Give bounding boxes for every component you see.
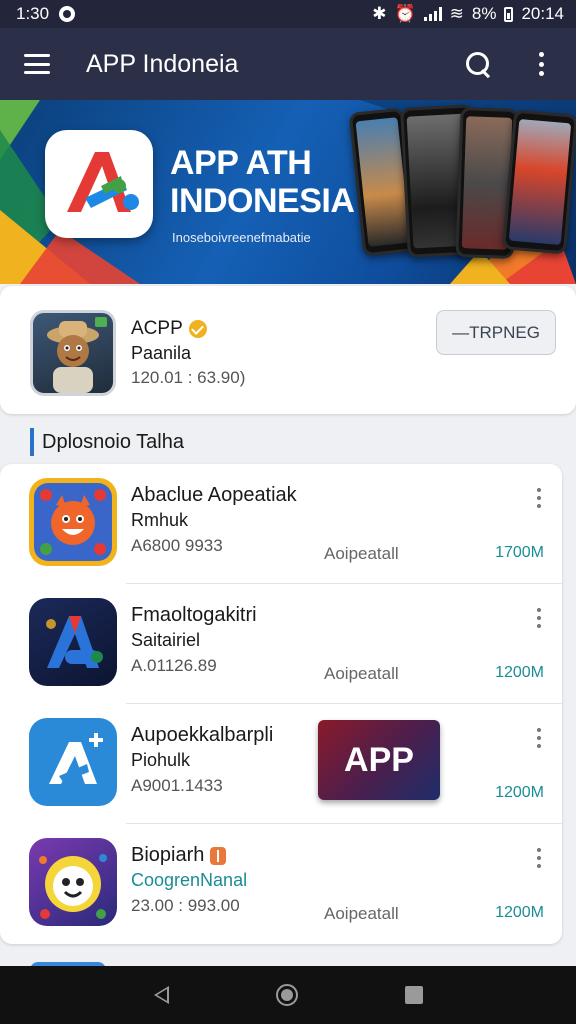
more-icon[interactable]: [536, 608, 542, 628]
app-name: Fmaoltogakitri: [131, 604, 257, 626]
app-subtitle: Piohulk: [131, 750, 191, 770]
featured-app-icon: [30, 310, 116, 396]
app-subtitle: Rmhuk: [131, 510, 189, 530]
smiley-character-icon: [39, 854, 107, 919]
a-plus-icon: [49, 733, 103, 784]
status-bar: 1:30 ✱ ⏰ ≋ 8% 20:14: [0, 0, 576, 28]
bluetooth-icon: ✱: [372, 4, 387, 23]
more-options-icon[interactable]: [538, 52, 544, 76]
navigation-a-icon: [46, 616, 103, 668]
app-name: Biopiarh: [131, 844, 227, 867]
app-subtitle: Saitairiel: [131, 630, 201, 650]
status-clock: 20:14: [521, 4, 564, 23]
app-name: Abaclue Aopeatiak: [131, 484, 297, 506]
app-subtitle: CoogrenNanal: [131, 870, 248, 890]
signal-icon: [423, 7, 442, 21]
search-icon[interactable]: [464, 50, 492, 78]
featured-app-card[interactable]: ACPP Paanila 120.01 : 63.90) —TRPNEG: [0, 286, 576, 414]
app-size: 1200M: [495, 664, 544, 681]
badge-icon: [210, 846, 227, 865]
recents-icon[interactable]: [404, 986, 423, 1004]
app-a-logo-icon: [67, 152, 139, 212]
monster-icon: [34, 483, 112, 561]
app-install-status[interactable]: Aoipeatall: [324, 544, 399, 564]
notification-icon: [59, 6, 76, 22]
section-title: Dplosnoio Talha: [42, 430, 184, 453]
app-icon: [29, 478, 117, 566]
app-meta: A6800 9933: [131, 536, 223, 555]
back-icon[interactable]: [153, 986, 169, 1004]
featured-app-subtitle: Paanila: [131, 343, 192, 363]
verified-badge-icon: [188, 320, 207, 338]
trending-button[interactable]: —TRPNEG: [436, 310, 556, 355]
list-item[interactable]: Biopiarh CoogrenNanal 23.00 : 993.00 Aoi…: [0, 824, 562, 944]
home-icon[interactable]: [275, 984, 298, 1006]
list-item[interactable]: Abaclue Aopeatiak Rmhuk A6800 9933 Aoipe…: [0, 464, 562, 584]
list-item[interactable]: Fmaoltogakitri Saitairiel A.01126.89 Aoi…: [0, 584, 562, 704]
section-header: Dplosnoio Talha: [30, 428, 184, 456]
featured-app-name: ACPP: [131, 318, 207, 340]
status-time: 1:30: [16, 4, 50, 23]
battery-percent: 8%: [471, 4, 497, 23]
app-size: 1700M: [495, 544, 544, 561]
banner-headline: APP ATH INDONESIA: [170, 144, 355, 220]
alarm-icon: ⏰: [394, 4, 416, 23]
featured-app-name-text: ACPP: [131, 318, 183, 339]
promo-banner[interactable]: APP ATH INDONESIA Inoseboivreenefmabatie: [0, 100, 576, 284]
more-icon[interactable]: [536, 728, 542, 748]
app-meta: A.01126.89: [131, 656, 217, 675]
more-icon[interactable]: [536, 488, 542, 508]
featured-app-meta: 120.01 : 63.90): [131, 368, 246, 387]
list-item[interactable]: Aupoekkalbarpli Piohulk A9001.1433 1200M: [0, 704, 562, 824]
system-nav-bar: [0, 966, 576, 1024]
app-bar: APP Indoneia: [0, 28, 576, 100]
section-accent-bar: [30, 428, 34, 456]
app-icon: [29, 718, 117, 806]
banner-subtitle: Inoseboivreenefmabatie: [172, 230, 311, 245]
menu-icon[interactable]: [24, 54, 50, 74]
more-icon[interactable]: [536, 848, 542, 868]
app-size: 1200M: [495, 904, 544, 921]
wifi-icon: ≋: [449, 4, 464, 23]
app-install-status[interactable]: Aoipeatall: [324, 904, 399, 924]
app-promo-tile[interactable]: APP: [318, 720, 440, 800]
battery-icon: [504, 6, 514, 22]
app-name: Aupoekkalbarpli: [131, 724, 274, 746]
app-install-status[interactable]: Aoipeatall: [324, 664, 399, 684]
banner-app-logo[interactable]: [45, 130, 153, 238]
app-list: Abaclue Aopeatiak Rmhuk A6800 9933 Aoipe…: [0, 464, 562, 944]
app-meta: 23.00 : 993.00: [131, 896, 240, 915]
app-meta: A9001.1433: [131, 776, 223, 795]
app-name-text: Biopiarh: [131, 844, 205, 866]
app-icon: [29, 598, 117, 686]
character-icon: [47, 317, 107, 393]
app-size: 1200M: [495, 784, 544, 801]
app-title: APP Indoneia: [86, 49, 239, 78]
banner-phone-image: [502, 109, 576, 255]
app-icon: [29, 838, 117, 926]
